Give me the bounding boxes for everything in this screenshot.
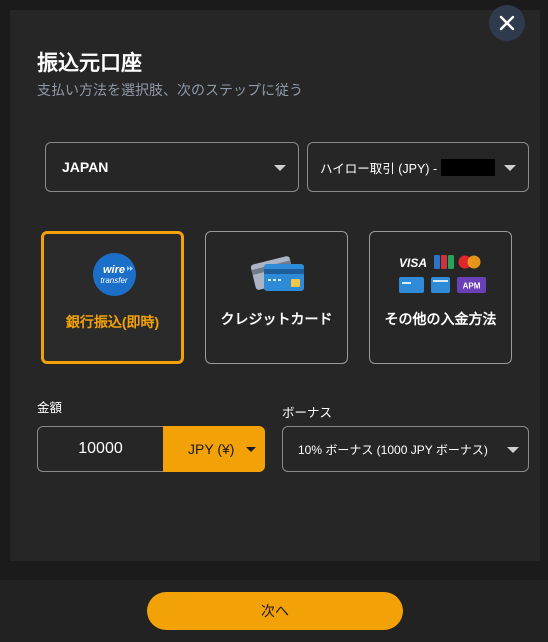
amount-label: 金額	[37, 401, 63, 415]
deposit-modal: 振込元口座 支払い方法を選択肢、次のステップに従う JAPAN ハイロー取引 (…	[10, 10, 540, 561]
chevron-down-icon	[507, 447, 519, 453]
next-button[interactable]: 次へ	[147, 592, 403, 630]
bonus-select[interactable]: 10% ボーナス (1000 JPY ボーナス)	[282, 426, 529, 472]
wire-transfer-icon: wire transfer	[93, 253, 136, 296]
other-payment-icons: VISA APM	[399, 255, 486, 293]
close-icon	[499, 15, 515, 31]
svg-text:APM: APM	[463, 282, 481, 291]
payment-method-label: クレジットカード	[220, 311, 333, 327]
chevron-down-icon	[504, 165, 516, 171]
chevron-down-icon	[274, 165, 286, 171]
account-select-value: ハイロー取引 (JPY) -	[320, 161, 438, 176]
deposit-page: 振込元口座 支払い方法を選択肢、次のステップに従う JAPAN ハイロー取引 (…	[0, 0, 548, 642]
currency-select-value: JPY (¥)	[188, 441, 235, 457]
credit-card-icon	[251, 256, 304, 291]
redacted-account-number	[441, 158, 496, 176]
country-select-value: JAPAN	[62, 159, 109, 175]
apm-icon: APM	[457, 277, 486, 293]
visa-logo: VISA	[399, 256, 427, 270]
page-title: 振込元口座	[37, 52, 142, 75]
wire-logo-text: wire	[103, 264, 125, 276]
amount-input[interactable]	[37, 426, 163, 472]
footer-bar: 次へ	[0, 580, 548, 642]
bonus-select-value: 10% ボーナス (1000 JPY ボーナス)	[298, 442, 488, 457]
bank-card-icon	[399, 277, 424, 293]
currency-select[interactable]: JPY (¥)	[163, 426, 265, 472]
transfer-logo-text: transfer	[100, 276, 127, 285]
close-button[interactable]	[489, 5, 525, 41]
chevron-down-icon	[246, 447, 256, 452]
jcb-logo	[434, 255, 454, 269]
wallet-icon	[431, 277, 450, 293]
country-select[interactable]: JAPAN	[45, 142, 299, 192]
payment-method-credit-card[interactable]: クレジットカード	[205, 231, 348, 364]
payment-method-wire-transfer[interactable]: wire transfer 銀行振込(即時)	[41, 231, 184, 364]
payment-method-label: 銀行振込(即時)	[65, 314, 160, 330]
payment-method-label: その他の入金方法	[384, 311, 497, 327]
bonus-label: ボーナス	[282, 406, 333, 420]
account-select[interactable]: ハイロー取引 (JPY) -	[307, 142, 529, 192]
mastercard-logo	[458, 255, 481, 269]
page-subtitle: 支払い方法を選択肢、次のステップに従う	[37, 82, 303, 98]
payment-method-other[interactable]: VISA APM その他の入金方法	[369, 231, 512, 364]
